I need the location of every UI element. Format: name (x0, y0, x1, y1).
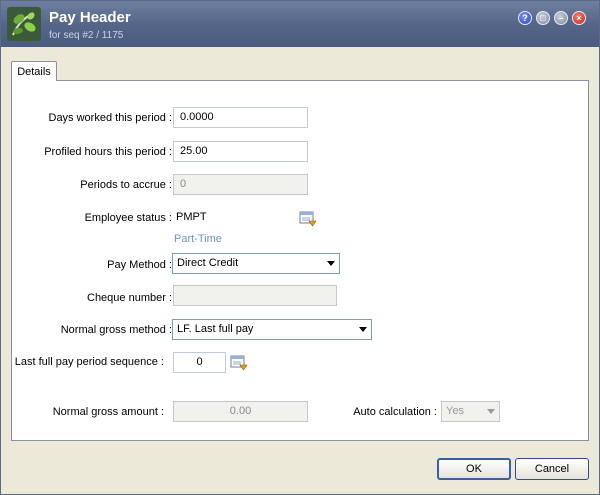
employee-status-description: Part-Time (174, 233, 222, 245)
profiled-hours-input[interactable]: 25.00 (173, 141, 308, 162)
auto-calculation-select: Yes (441, 401, 500, 422)
chevron-down-icon[interactable] (327, 261, 335, 266)
days-worked-label: Days worked this period : (48, 112, 173, 124)
tab-details[interactable]: Details (11, 61, 57, 81)
periods-to-accrue-input: 0 (173, 174, 308, 195)
window-subtitle: for seq #2 / 1175 (49, 30, 124, 41)
employee-status-lookup-icon[interactable] (299, 210, 317, 228)
normal-gross-method-value: LF. Last full pay (177, 323, 254, 335)
chevron-down-icon[interactable] (359, 327, 367, 332)
auto-calculation-value: Yes (446, 405, 464, 417)
cancel-button[interactable]: Cancel (515, 458, 589, 480)
help-icon[interactable]: ? (518, 11, 532, 25)
maximize-icon[interactable]: □ (536, 11, 550, 25)
last-full-pay-seq-input[interactable]: 0 (173, 352, 226, 373)
normal-gross-method-select[interactable]: LF. Last full pay (172, 319, 372, 340)
profiled-hours-label: Profiled hours this period : (44, 146, 172, 158)
pay-header-window: Pay Header for seq #2 / 1175 ? □ – × Det… (0, 0, 600, 495)
pay-method-label: Pay Method : (107, 259, 172, 271)
last-full-pay-seq-lookup-icon[interactable] (230, 354, 248, 372)
close-icon[interactable]: × (572, 11, 586, 25)
normal-gross-method-label: Normal gross method : (60, 324, 172, 336)
window-title: Pay Header (49, 9, 131, 26)
cheque-number-input (173, 285, 337, 306)
last-full-pay-seq-label: Last full pay period sequence : (14, 356, 164, 368)
details-panel: Days worked this period : 0.0000 Profile… (11, 80, 589, 441)
leaf-app-icon (7, 7, 41, 41)
periods-to-accrue-label: Periods to accrue : (80, 179, 172, 191)
pay-method-value: Direct Credit (177, 257, 239, 269)
auto-calculation-label: Auto calculation : (353, 406, 437, 418)
employee-status-label: Employee status : (84, 212, 172, 224)
ok-button[interactable]: OK (437, 458, 511, 480)
pay-method-select[interactable]: Direct Credit (172, 253, 340, 274)
title-bar[interactable]: Pay Header for seq #2 / 1175 ? □ – × (1, 1, 599, 47)
cheque-number-label: Cheque number : (87, 292, 172, 304)
chevron-down-icon (487, 409, 495, 414)
days-worked-input[interactable]: 0.0000 (173, 107, 308, 128)
normal-gross-amount-label: Normal gross amount : (52, 406, 164, 418)
employee-status-input[interactable]: PMPT (173, 207, 293, 228)
minimize-icon[interactable]: – (554, 11, 568, 25)
